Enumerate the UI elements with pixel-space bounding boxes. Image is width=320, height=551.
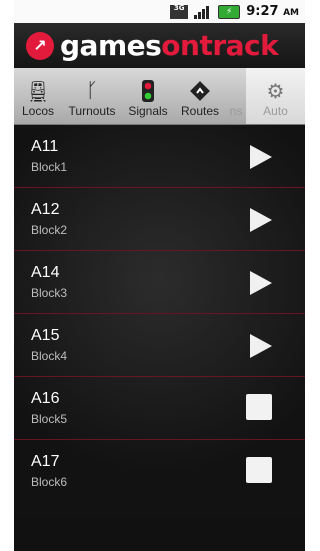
play-icon[interactable]	[250, 145, 272, 169]
signal-strength-icon	[194, 5, 212, 19]
traffic-light-icon	[142, 78, 154, 104]
gamesontrack-logo-icon: ↗	[26, 31, 54, 60]
tab-turnouts[interactable]: ᚴ Turnouts	[62, 68, 122, 124]
list-item[interactable]: A11 Block1	[14, 125, 305, 188]
tab-bar: 🚆︎ Locos ᚴ Turnouts Signals Routes ns ⚙ …	[14, 68, 305, 125]
play-icon[interactable]	[250, 334, 272, 358]
list-item[interactable]: A12 Block2	[14, 188, 305, 251]
tab-locos[interactable]: 🚆︎ Locos	[14, 68, 62, 124]
stop-icon[interactable]	[246, 394, 272, 420]
list-item[interactable]: A15 Block4	[14, 314, 305, 377]
tab-routes[interactable]: Routes	[174, 68, 226, 124]
tab-partial[interactable]: ns	[226, 68, 246, 124]
clock: 9:27 AM	[246, 4, 299, 19]
gear-icon: ⚙	[266, 80, 285, 103]
list-item[interactable]: A17 Block6	[14, 440, 305, 515]
tab-auto[interactable]: ⚙ Auto	[246, 68, 305, 124]
tab-signals[interactable]: Signals	[122, 68, 174, 124]
app-screen: 3G ⚡ 9:27 AM ↗ gamesontrack 🚆︎ Locos ᚴ T…	[14, 0, 305, 551]
battery-charging-icon: ⚡	[218, 4, 241, 19]
play-icon[interactable]	[250, 271, 272, 295]
route-diamond-icon	[190, 78, 210, 104]
app-title: gamesontrack	[60, 29, 279, 62]
list-item[interactable]: A16 Block5	[14, 377, 305, 440]
list-item[interactable]: A14 Block3	[14, 251, 305, 314]
train-icon: 🚆︎	[25, 80, 51, 103]
block-list: A11 Block1 A12 Block2 A14 Block3 A15 Blo…	[14, 125, 305, 515]
app-header: ↗ gamesontrack	[14, 23, 305, 68]
status-bar: 3G ⚡ 9:27 AM	[14, 0, 305, 23]
turnout-icon: ᚴ	[86, 79, 98, 102]
stop-icon[interactable]	[246, 457, 272, 483]
network-3g-icon: 3G	[170, 4, 189, 19]
play-icon[interactable]	[250, 208, 272, 232]
